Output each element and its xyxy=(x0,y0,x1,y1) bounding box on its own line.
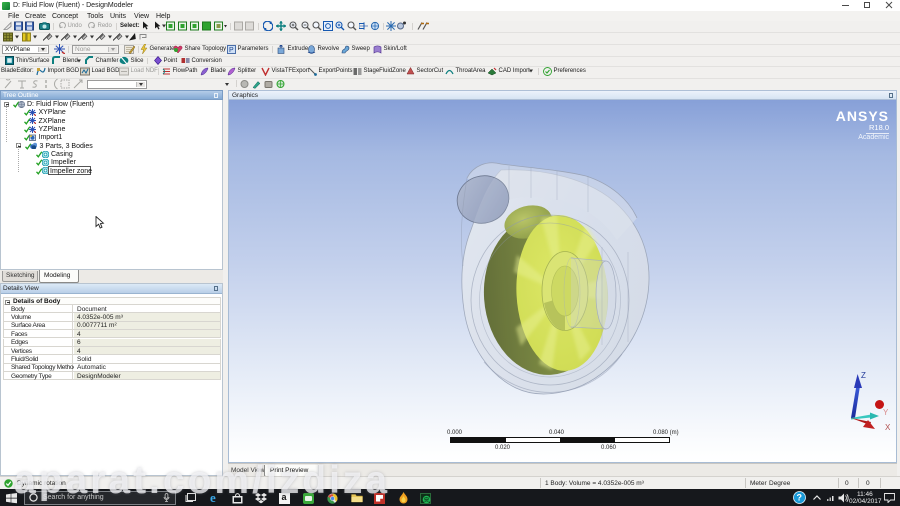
svg-text:?: ? xyxy=(797,493,803,503)
svg-text:Z: Z xyxy=(861,371,866,380)
svg-text:X: X xyxy=(885,423,891,432)
svg-text:Y: Y xyxy=(883,408,889,417)
svg-text:P: P xyxy=(229,47,234,54)
